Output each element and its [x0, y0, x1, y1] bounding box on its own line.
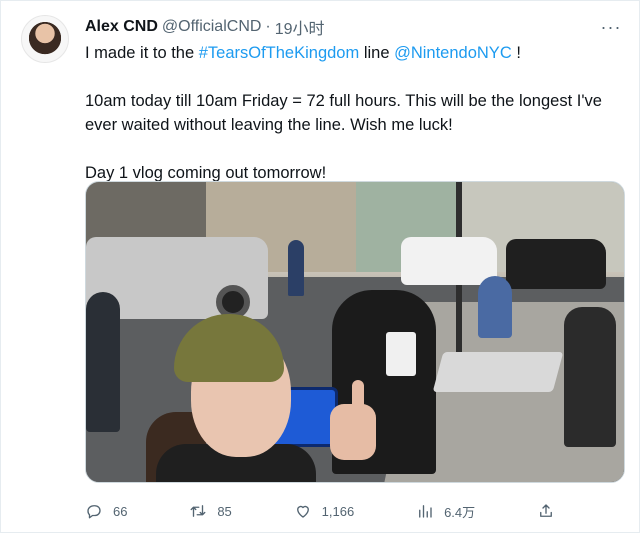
tweet-line-1: I made it to the #TearsOfTheKingdom line…	[85, 41, 625, 65]
retweet-button[interactable]: 85	[189, 502, 232, 520]
person	[478, 276, 512, 338]
author-handle[interactable]: @OfficialCND	[162, 18, 262, 36]
share-button[interactable]	[537, 502, 555, 520]
avatar[interactable]	[21, 15, 69, 63]
reply-count: 66	[113, 503, 128, 519]
tent-sign	[386, 332, 416, 376]
tweet-text-segment: !	[511, 44, 521, 62]
tweet-timestamp[interactable]: 19小时	[275, 15, 325, 39]
person	[288, 240, 304, 296]
tweet-text-segment: line	[359, 44, 395, 62]
tweet-text: I made it to the #TearsOfTheKingdom line…	[85, 41, 625, 185]
retweet-icon	[190, 505, 206, 517]
more-horizontal-icon[interactable]: ···	[599, 17, 623, 37]
pointing-hand	[330, 404, 376, 460]
views-count: 6.4万	[444, 504, 476, 520]
tweet-photo[interactable]	[85, 181, 625, 483]
like-count: 1,166	[321, 503, 355, 519]
tweet-actions: 66 85 1,166 6.4万	[85, 501, 555, 521]
reply-button[interactable]: 66	[85, 502, 127, 520]
author-name[interactable]: Alex CND	[85, 18, 158, 36]
tweet-card: Alex CND @OfficialCND · 19小时 ··· I made …	[0, 0, 640, 533]
car	[401, 237, 497, 285]
separator-dot: ·	[265, 18, 271, 35]
tweet-text-segment: I made it to the	[85, 44, 199, 62]
hashtag-link[interactable]: #TearsOfTheKingdom	[199, 44, 360, 62]
camping-cot	[432, 352, 564, 392]
mention-link[interactable]: @NintendoNYC	[394, 44, 512, 62]
views-button[interactable]: 6.4万	[416, 502, 475, 521]
heart-icon	[296, 505, 309, 518]
pointing-finger	[352, 380, 364, 412]
views-bar-chart-icon	[419, 505, 432, 518]
retweet-count: 85	[217, 503, 232, 519]
tweet-line-2: 10am today till 10am Friday = 72 full ho…	[85, 92, 602, 134]
person	[564, 307, 616, 447]
reply-icon	[87, 505, 101, 519]
car	[506, 239, 606, 289]
share-icon	[540, 504, 552, 517]
person	[86, 292, 120, 432]
like-button[interactable]: 1,166	[294, 502, 355, 520]
tweet-header: Alex CND @OfficialCND · 19小时	[85, 15, 599, 39]
